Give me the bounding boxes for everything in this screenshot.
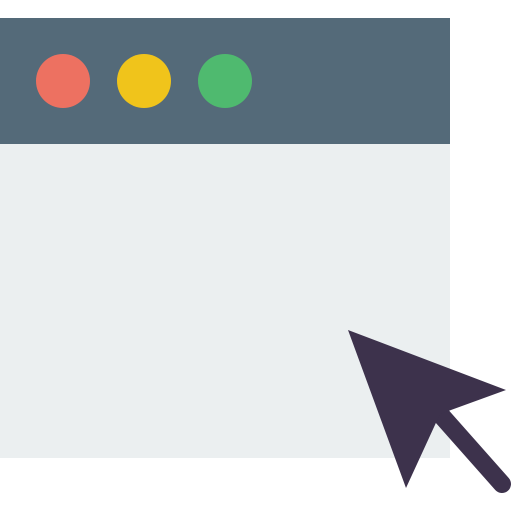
window-titlebar <box>0 18 450 144</box>
window-content <box>0 144 450 458</box>
maximize-dot-icon[interactable] <box>198 54 252 108</box>
minimize-dot-icon[interactable] <box>117 54 171 108</box>
illustration-canvas <box>0 0 512 512</box>
close-dot-icon[interactable] <box>36 54 90 108</box>
browser-window <box>0 18 450 458</box>
